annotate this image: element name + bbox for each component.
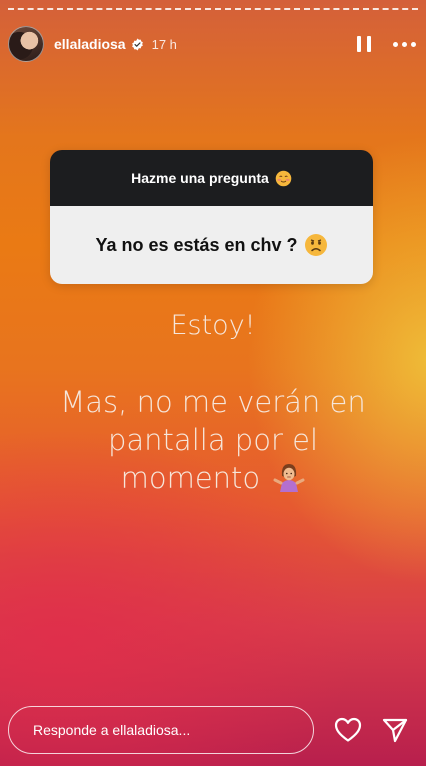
reply-actions — [334, 716, 408, 744]
story-text-line-4-text: momento — [120, 461, 261, 495]
send-icon[interactable] — [382, 717, 408, 743]
avatar[interactable] — [8, 26, 44, 62]
question-sticker-header: Hazme una pregunta — [50, 150, 373, 206]
frowning-face-emoji — [304, 234, 327, 256]
story-timestamp: 17 h — [151, 36, 177, 52]
story-viewer[interactable]: ellaladiosa 17 h Hazme una pregunta Ya n… — [0, 0, 426, 766]
question-sticker[interactable]: Hazme una pregunta Ya no es estás en chv… — [50, 150, 373, 284]
heart-icon[interactable] — [334, 717, 362, 743]
story-text-line-1: Estoy! — [170, 310, 256, 341]
woman-shrugging-emoji — [273, 464, 305, 492]
username[interactable]: ellaladiosa — [54, 36, 126, 52]
question-text: Ya no es estás en chv ? — [95, 234, 298, 255]
story-progress-bar — [8, 8, 418, 11]
story-text-block: Mas, no me verán en pantalla por el mome… — [20, 383, 406, 497]
verified-badge-icon — [131, 38, 144, 51]
question-prompt: Hazme una pregunta — [131, 170, 269, 186]
progress-segment — [362, 8, 418, 12]
progress-segment — [303, 8, 359, 12]
story-text-line-2: Mas, no me verán en — [60, 385, 366, 419]
story-header: ellaladiosa 17 h — [8, 24, 416, 64]
story-text-line-4: momento — [20, 459, 406, 497]
progress-segment — [67, 8, 123, 12]
question-sticker-body: Ya no es estás en chv ? — [50, 206, 373, 284]
reply-input[interactable]: Responde a ellaladiosa... — [8, 706, 314, 754]
progress-segment — [8, 8, 64, 12]
reply-placeholder: Responde a ellaladiosa... — [33, 722, 191, 738]
progress-segment — [185, 8, 241, 12]
progress-segment — [244, 8, 300, 12]
pause-icon[interactable] — [357, 36, 371, 52]
more-options-icon[interactable] — [393, 41, 416, 47]
smiling-blush-emoji — [275, 170, 292, 186]
progress-segment — [126, 8, 182, 12]
story-text-line-3: pantalla por el — [108, 423, 318, 457]
